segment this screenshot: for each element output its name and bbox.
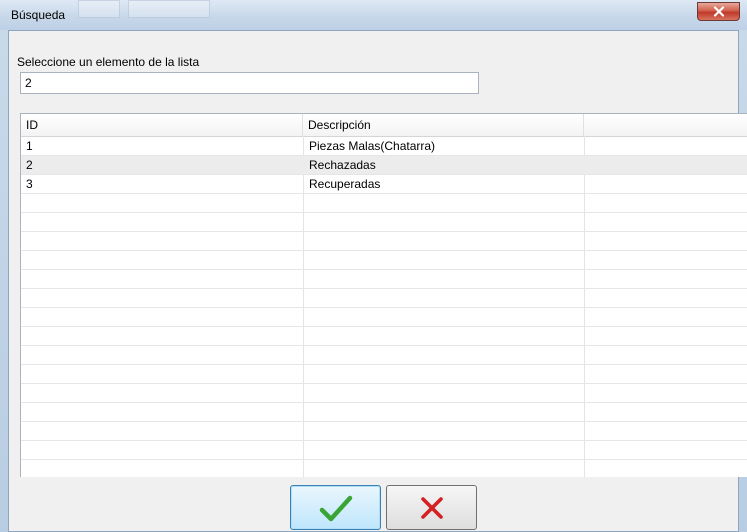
empty-row [21, 232, 747, 251]
table-row[interactable]: 1 Piezas Malas(Chatarra) [21, 137, 747, 156]
accept-button[interactable] [290, 485, 381, 530]
close-button[interactable] [697, 2, 740, 21]
grid-header: ID Descripción [21, 114, 747, 137]
empty-row [21, 403, 747, 422]
cell-descripcion: Rechazadas [309, 158, 376, 172]
cell-descripcion: Recuperadas [309, 177, 381, 191]
column-header-empty[interactable] [584, 114, 747, 136]
results-grid[interactable]: ID Descripción 1 Piezas Malas(Chatarra) … [20, 113, 747, 477]
empty-row [21, 384, 747, 403]
checkmark-icon [319, 495, 352, 521]
background-ghost [78, 0, 120, 18]
empty-row [21, 251, 747, 270]
table-row-selected[interactable]: 2 Rechazadas [21, 156, 747, 175]
grid-rows: 1 Piezas Malas(Chatarra) 2 Rechazadas 3 … [21, 137, 747, 477]
column-header-id[interactable]: ID [21, 114, 303, 136]
window-title: Búsqueda [11, 8, 66, 22]
search-dialog: Búsqueda Seleccione un elemento de la li… [0, 0, 747, 532]
empty-row [21, 327, 747, 346]
cell-id: 3 [26, 177, 33, 191]
cancel-button[interactable] [386, 485, 477, 530]
search-input[interactable] [20, 72, 479, 94]
empty-row [21, 194, 747, 213]
close-icon [713, 6, 724, 17]
table-row[interactable]: 3 Recuperadas [21, 175, 747, 194]
cross-icon [420, 496, 443, 519]
empty-row [21, 422, 747, 441]
column-header-descripcion[interactable]: Descripción [303, 114, 584, 136]
empty-row [21, 270, 747, 289]
cell-id: 2 [26, 158, 33, 172]
empty-row [21, 213, 747, 232]
empty-row [21, 289, 747, 308]
background-ghost [128, 0, 210, 18]
title-bar[interactable]: Búsqueda [0, 0, 747, 30]
cell-id: 1 [26, 139, 33, 153]
empty-row [21, 441, 747, 460]
cell-descripcion: Piezas Malas(Chatarra) [309, 139, 436, 153]
empty-row [21, 365, 747, 384]
empty-row [21, 346, 747, 365]
empty-row [21, 460, 747, 477]
empty-row [21, 308, 747, 327]
search-label: Seleccione un elemento de la lista [17, 55, 200, 69]
